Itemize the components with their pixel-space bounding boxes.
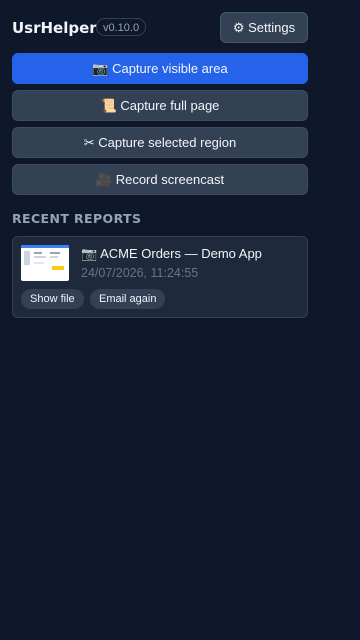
capture-actions: 📷 Capture visible area 📜 Capture full pa… xyxy=(12,53,308,201)
app-title: UsrHelper xyxy=(12,19,97,37)
capture-visible-area-button[interactable]: 📷 Capture visible area xyxy=(12,53,308,84)
header: UsrHelper v0.10.0 ⚙ Settings xyxy=(12,12,308,43)
email-again-button[interactable]: Email again xyxy=(90,289,166,309)
version-badge: v0.10.0 xyxy=(96,18,147,36)
settings-button[interactable]: ⚙ Settings xyxy=(220,12,308,43)
report-card: 📷 ACME Orders — Demo App 24/07/2026, 11:… xyxy=(12,236,308,318)
capture-full-page-button[interactable]: 📜 Capture full page xyxy=(12,90,308,121)
record-screencast-button[interactable]: 🎥 Record screencast xyxy=(12,164,308,195)
capture-selected-region-button[interactable]: ✂ Capture selected region xyxy=(12,127,308,158)
report-timestamp: 24/07/2026, 11:24:55 xyxy=(81,266,199,280)
report-title: 📷 ACME Orders — Demo App xyxy=(81,246,262,261)
show-file-button[interactable]: Show file xyxy=(21,289,84,309)
recent-reports-heading: RECENT REPORTS xyxy=(12,211,142,226)
report-thumbnail xyxy=(21,245,69,281)
